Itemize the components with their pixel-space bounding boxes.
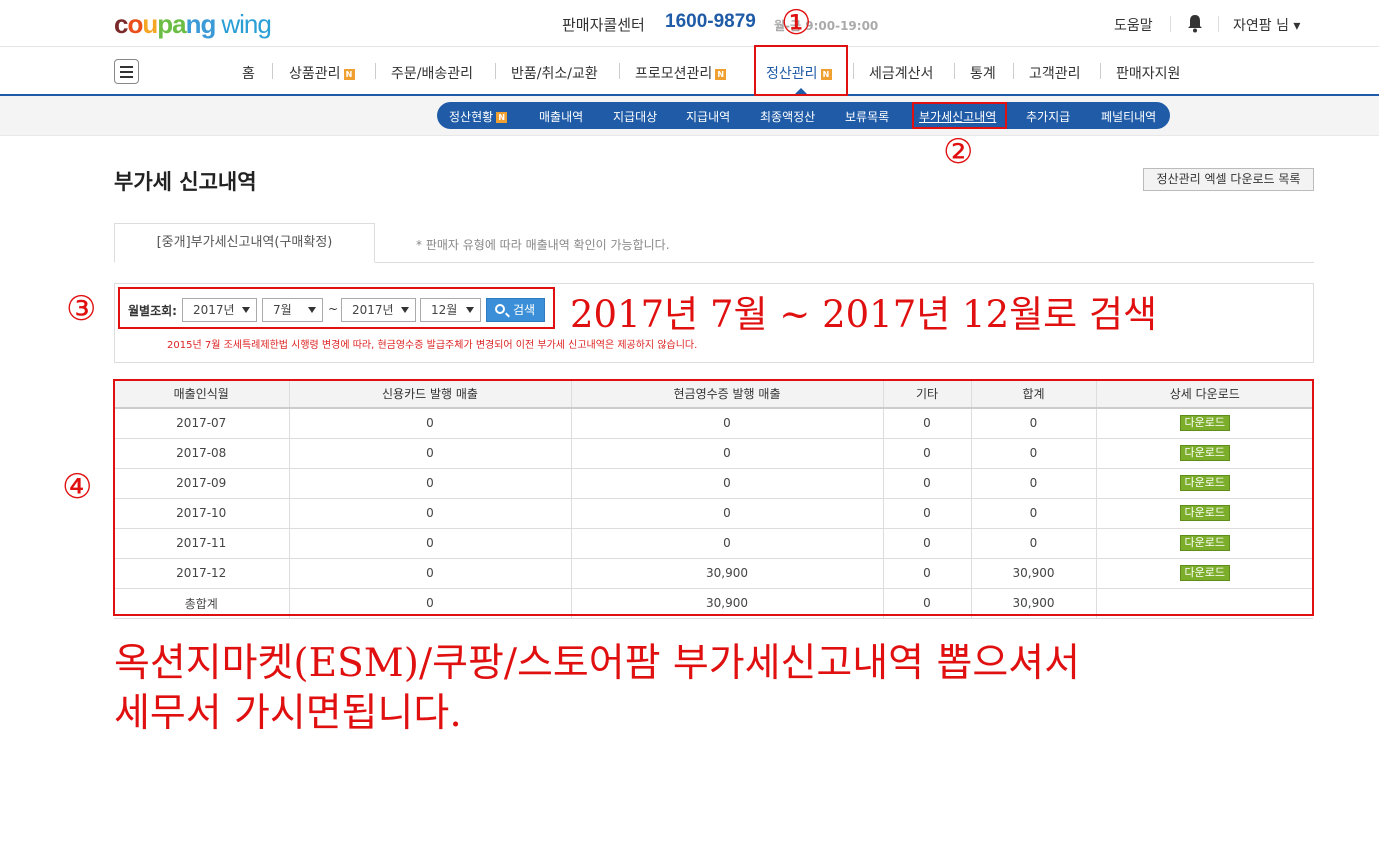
new-badge: N [496,112,508,123]
search-notice: 2015년 7월 조세특례제한법 시행령 변경에 따라, 현금영수증 발급주체가… [167,340,698,351]
divider [619,63,620,79]
coupang-wing-logo[interactable]: coupang wing [114,9,272,40]
nav-products[interactable]: 상품관리 N [289,63,355,83]
nav-seller-support[interactable]: 판매자지원 [1116,63,1180,83]
annotation-box-2 [912,102,1007,129]
bell-icon[interactable] [1186,13,1204,33]
subnav-penalties[interactable]: 페널티내역 [1101,108,1156,125]
subnav-final-settlement[interactable]: 최종액정산 [760,108,815,125]
nav-orders[interactable]: 주문/배송관리 [391,63,473,83]
tab-vat-brokerage[interactable]: [중개]부가세신고내역(구매확정) [114,223,375,263]
annotation-number-1: ① [781,3,812,43]
subnav-payments[interactable]: 지급내역 [686,108,730,125]
excel-download-list-button[interactable]: 정산관리 엑셀 다운로드 목록 [1143,168,1314,191]
divider [1218,16,1219,32]
chevron-down-icon [242,307,250,313]
to-year-select[interactable]: 2017년 [341,298,416,322]
subnav-settlement-status[interactable]: 정산현황 N [449,108,508,125]
tab-note: * 판매자 유형에 따라 매출내역 확인이 가능합니다. [416,238,670,252]
subnav-additional-payment[interactable]: 추가지급 [1026,108,1070,125]
user-menu[interactable]: 자연팜 님 ▾ [1233,15,1300,35]
call-center-label: 판매자콜센터 [562,16,645,34]
annotation-box-4 [113,379,1314,616]
settlement-subnav: 정산현황 N 매출내역 지급대상 지급내역 최종액정산 보류목록 부가세신고내역 … [437,102,1170,129]
chevron-down-icon [466,307,474,313]
help-link[interactable]: 도움말 [1114,15,1153,35]
call-center-phone: 1600-9879 [665,11,756,32]
annotation-number-2: ② [943,132,974,172]
annotation-search-caption: 2017년 7월 ~ 2017년 12월로 검색 [570,293,1158,336]
nav-customers[interactable]: 고객관리 [1029,63,1081,83]
annotation-number-4: ④ [62,467,93,507]
divider [954,63,955,79]
annotation-footer-line2: 세무서 가시면됩니다. [114,691,462,736]
nav-promotions[interactable]: 프로모션관리 N [635,63,727,83]
nav-returns[interactable]: 반품/취소/교환 [511,63,598,83]
page-title: 부가세 신고내역 [114,170,257,194]
subnav-sales[interactable]: 매출내역 [539,108,583,125]
divider [495,63,496,79]
divider [1170,16,1171,32]
hamburger-menu-icon[interactable] [114,59,139,84]
from-month-select[interactable]: 7월 [262,298,323,322]
search-button[interactable]: 검색 [486,298,545,322]
divider [1013,63,1014,79]
range-tilde: ~ [328,302,339,316]
chevron-down-icon [401,307,409,313]
from-year-select[interactable]: 2017년 [182,298,257,322]
divider [853,63,854,79]
annotation-box-1 [754,45,848,96]
nav-statistics[interactable]: 통계 [970,63,996,83]
nav-home[interactable]: 홈 [242,63,255,83]
divider [272,63,273,79]
divider [1100,63,1101,79]
top-bar: coupang wing 판매자콜센터 1600-9879 월-금 9:00-19… [0,0,1379,47]
new-badge: N [343,69,355,80]
main-nav: 홈 상품관리 N 주문/배송관리 반품/취소/교환 프로모션관리 N 정산관리 N 세… [0,47,1379,96]
subnav-payment-targets[interactable]: 지급대상 [613,108,657,125]
nav-tax-invoice[interactable]: 세금계산서 [869,63,933,83]
chevron-down-icon [308,307,316,313]
annotation-footer-line1: 옥션지마켓(ESM)/쿠팡/스토어팜 부가세신고내역 뽑으셔서 [114,641,1080,686]
to-month-select[interactable]: 12월 [420,298,481,322]
new-badge: N [715,69,727,80]
search-icon [495,304,505,314]
annotation-number-3: ③ [66,289,97,329]
month-search-label: 월별조회: [128,304,177,318]
divider [375,63,376,79]
subnav-on-hold[interactable]: 보류목록 [845,108,889,125]
